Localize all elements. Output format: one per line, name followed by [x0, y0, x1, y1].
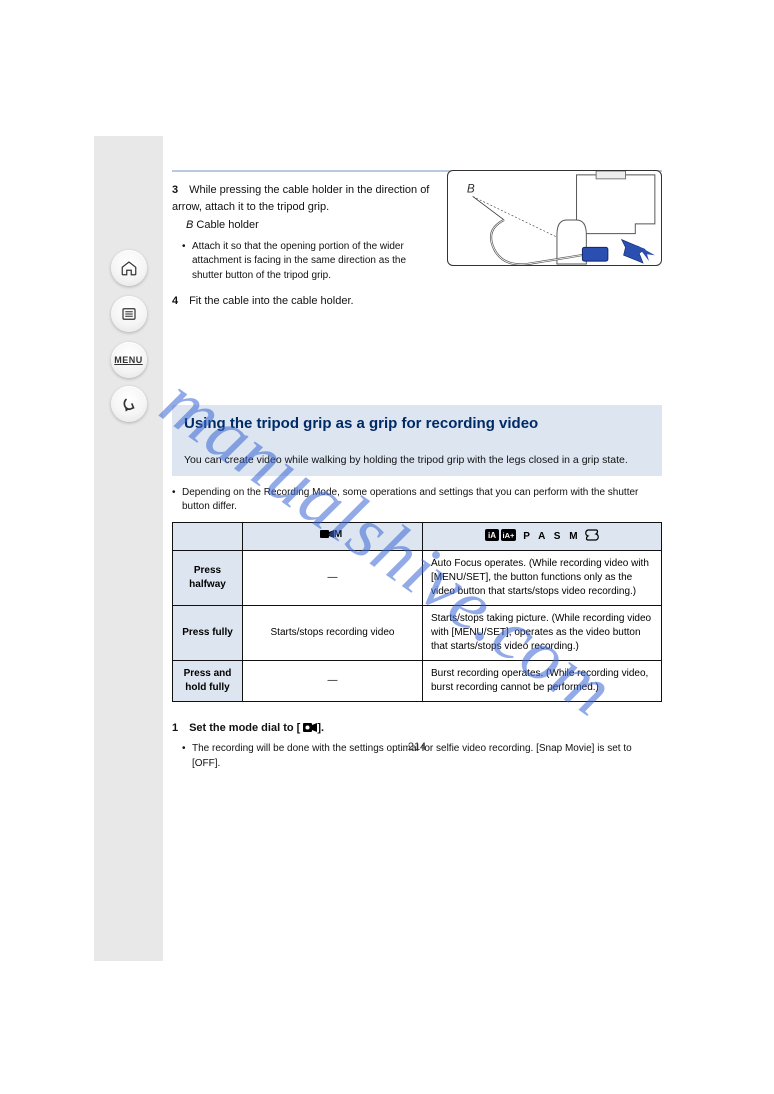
row-right-hold: Burst recording operates. (While recordi…: [423, 660, 662, 701]
row-mid-half: —: [243, 550, 423, 605]
table-row: Press fully Starts/stops recording video…: [173, 605, 662, 660]
callout-b-label: B: [467, 183, 475, 196]
svg-text:iA+: iA+: [503, 531, 516, 540]
row-head-half: Press halfway: [173, 550, 243, 605]
menu-button[interactable]: MENU: [111, 342, 147, 378]
dial-step-number: 1: [172, 720, 186, 737]
mode-pasm-label: P A S M: [523, 531, 580, 542]
row-right-full: Starts/stops taking picture. (While reco…: [423, 605, 662, 660]
row-right-half: Auto Focus operates. (While recording vi…: [423, 550, 662, 605]
selfie-video-icon: [303, 722, 317, 739]
video-camera-icon: [320, 529, 334, 542]
table-header-row: M iA iA+ P A S M: [173, 522, 662, 550]
ia-plus-icon: iA+: [501, 529, 516, 544]
table-header-video-m: M: [243, 522, 423, 550]
dial-step: 1 Set the mode dial to [ ].: [172, 720, 662, 739]
row-head-full: Press fully: [173, 605, 243, 660]
table-header-empty: [173, 522, 243, 550]
custom-mode-icon: [585, 529, 599, 544]
callout-b-inline: B: [186, 219, 193, 231]
step-3-number: 3: [172, 182, 186, 199]
sidebar: MENU: [94, 136, 163, 961]
page-number: 214: [408, 741, 426, 753]
dial-step-text-a: Set the mode dial to [: [189, 722, 300, 734]
mode-table: M iA iA+ P A S M Press halfway: [172, 522, 662, 702]
table-row: Press halfway — Auto Focus operates. (Wh…: [173, 550, 662, 605]
back-icon: [120, 395, 138, 413]
content: B 3 While pressing the cable h: [172, 170, 662, 775]
row-mid-full: Starts/stops recording video: [243, 605, 423, 660]
mode-m-label: M: [334, 529, 345, 540]
step-3-text-a: While pressing the cable holder in the d…: [172, 184, 429, 213]
section-band: Using the tripod grip as a grip for reco…: [172, 405, 662, 476]
ia-icon: iA: [485, 529, 499, 544]
home-icon: [120, 259, 138, 277]
section-line: You can create video while walking by ho…: [184, 454, 650, 466]
row-head-hold: Press and hold fully: [173, 660, 243, 701]
svg-text:iA: iA: [488, 531, 496, 540]
dial-step-text-b: ].: [317, 722, 324, 734]
list-button[interactable]: [111, 296, 147, 332]
back-button[interactable]: [111, 386, 147, 422]
menu-label: MENU: [114, 355, 143, 365]
section-title: Using the tripod grip as a grip for reco…: [184, 415, 650, 432]
step-3-label-b: Cable holder: [196, 219, 258, 231]
step-4: 4 Fit the cable into the cable holder.: [172, 293, 662, 310]
table-header-other-modes: iA iA+ P A S M: [423, 522, 662, 550]
row-mid-hold: —: [243, 660, 423, 701]
step-4-number: 4: [172, 293, 186, 310]
step-4-text: Fit the cable into the cable holder.: [189, 295, 354, 307]
table-row: Press and hold fully — Burst recording o…: [173, 660, 662, 701]
home-button[interactable]: [111, 250, 147, 286]
list-icon: [120, 305, 138, 323]
table-note: Depending on the Recording Mode, some op…: [172, 486, 662, 514]
step-3-bullet: Attach it so that the opening portion of…: [172, 240, 662, 284]
